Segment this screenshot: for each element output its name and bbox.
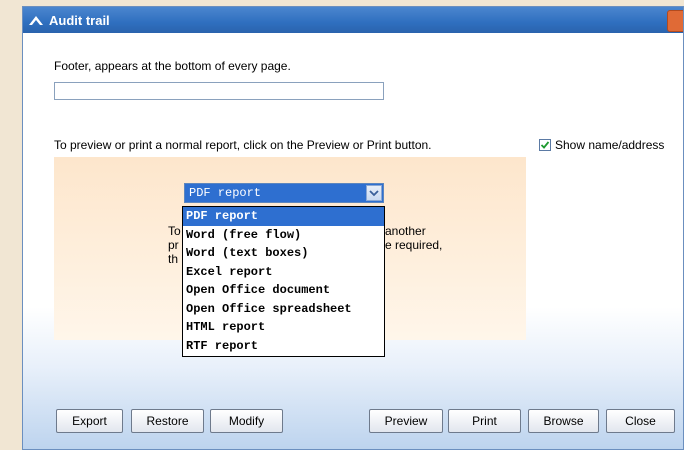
export-hint-line3-start: th [168, 252, 179, 266]
export-button[interactable]: Export [56, 409, 123, 433]
close-window-button[interactable] [667, 10, 683, 32]
export-hint-line1-start: To [168, 224, 181, 238]
export-option[interactable]: PDF report [183, 207, 384, 226]
preview-button[interactable]: Preview [369, 409, 443, 433]
preview-hint-text: To preview or print a normal report, cli… [54, 138, 432, 152]
restore-button[interactable]: Restore [131, 409, 204, 433]
export-hint-line2-start: pr [168, 238, 179, 252]
export-format-select[interactable]: PDF report [184, 183, 384, 203]
footer-input[interactable] [54, 82, 384, 100]
window-title: Audit trail [49, 12, 110, 28]
print-button[interactable]: Print [448, 409, 521, 433]
export-hint-line2-end: e required, [385, 238, 443, 252]
chevron-down-icon[interactable] [366, 185, 382, 201]
close-button[interactable]: Close [606, 409, 675, 433]
footer-label: Footer, appears at the bottom of every p… [54, 59, 291, 73]
export-option[interactable]: Excel report [183, 263, 384, 282]
export-option[interactable]: Open Office document [183, 281, 384, 300]
title-bar: Audit trail [23, 7, 683, 33]
checkbox-box[interactable] [539, 139, 551, 151]
export-option[interactable]: Word (free flow) [183, 226, 384, 245]
export-format-dropdown: PDF report Word (free flow) Word (text b… [182, 206, 385, 357]
export-option[interactable]: RTF report [183, 337, 384, 356]
show-name-address-checkbox[interactable]: Show name/address [539, 138, 664, 152]
show-name-address-label: Show name/address [555, 138, 665, 152]
browse-button[interactable]: Browse [528, 409, 599, 433]
app-logo-icon [27, 11, 45, 29]
export-hint-line1-end: another [385, 224, 426, 238]
export-format-value: PDF report [189, 186, 262, 200]
audit-trail-window: Audit trail Footer, appears at the botto… [22, 6, 684, 450]
checkmark-icon [540, 141, 550, 149]
export-option[interactable]: Open Office spreadsheet [183, 300, 384, 319]
export-option[interactable]: Word (text boxes) [183, 244, 384, 263]
modify-button[interactable]: Modify [210, 409, 283, 433]
export-option[interactable]: HTML report [183, 318, 384, 337]
